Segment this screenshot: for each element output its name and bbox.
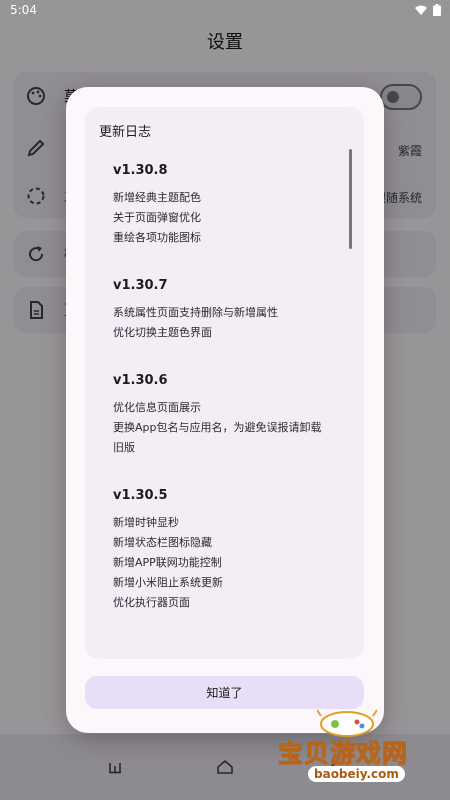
changelog-item: 关于页面弹窗优化 [113,211,201,224]
changelog-item: 新增状态栏图标隐藏 [113,536,212,549]
dialog-title: 更新日志 [99,125,152,140]
changelog-dialog: 更新日志 v1.30.8 新增经典主题配色 关于页面弹窗优化 重绘各项功能图标 … [66,87,384,733]
changelog-panel[interactable]: 更新日志 v1.30.8 新增经典主题配色 关于页面弹窗优化 重绘各项功能图标 … [85,107,364,659]
changelog-entry: v1.30.6 优化信息页面展示 更换App包名与应用名，为避免误报请卸载 旧版 [113,373,323,458]
changelog-item: 旧版 [113,441,135,454]
version-label: v1.30.5 [113,488,168,503]
changelog-item: 新增经典主题配色 [113,191,201,204]
version-label: v1.30.8 [113,163,168,178]
watermark-domain: baobeiy.com [308,766,405,782]
status-time: 5:04 [10,3,37,17]
status-icons [415,4,441,16]
status-bar: 5:04 [0,0,450,20]
battery-icon [433,4,441,16]
watermark-brand: 宝贝游戏网 [277,739,409,769]
changelog-item: 优化信息页面展示 [113,401,201,414]
changelog-item: 重绘各项功能图标 [113,231,201,244]
wifi-icon [415,5,427,15]
changelog-item: 新增APP联网功能控制 [113,556,222,569]
changelog-item: 系统属性页面支持删除与新增属性 [113,306,278,319]
ok-button[interactable]: 知道了 [85,676,364,709]
changelog-item: 优化切换主题色界面 [113,326,212,339]
changelog-item: 新增小米阻止系统更新 [113,576,223,589]
changelog-list: v1.30.8 新增经典主题配色 关于页面弹窗优化 重绘各项功能图标 v1.30… [113,163,323,643]
changelog-item: 更换App包名与应用名，为避免误报请卸载 [113,421,322,434]
changelog-entry: v1.30.7 系统属性页面支持删除与新增属性 优化切换主题色界面 [113,278,323,343]
changelog-item: 新增时钟显秒 [113,516,179,529]
changelog-entry: v1.30.8 新增经典主题配色 关于页面弹窗优化 重绘各项功能图标 [113,163,323,248]
scrollbar[interactable] [349,149,352,249]
changelog-entry: v1.30.5 新增时钟显秒 新增状态栏图标隐藏 新增APP联网功能控制 新增小… [113,488,323,613]
changelog-item: 优化执行器页面 [113,596,190,609]
watermark-logo: 宝贝游戏网 baobeiy.com [272,706,447,796]
version-label: v1.30.7 [113,278,168,293]
version-label: v1.30.6 [113,373,168,388]
